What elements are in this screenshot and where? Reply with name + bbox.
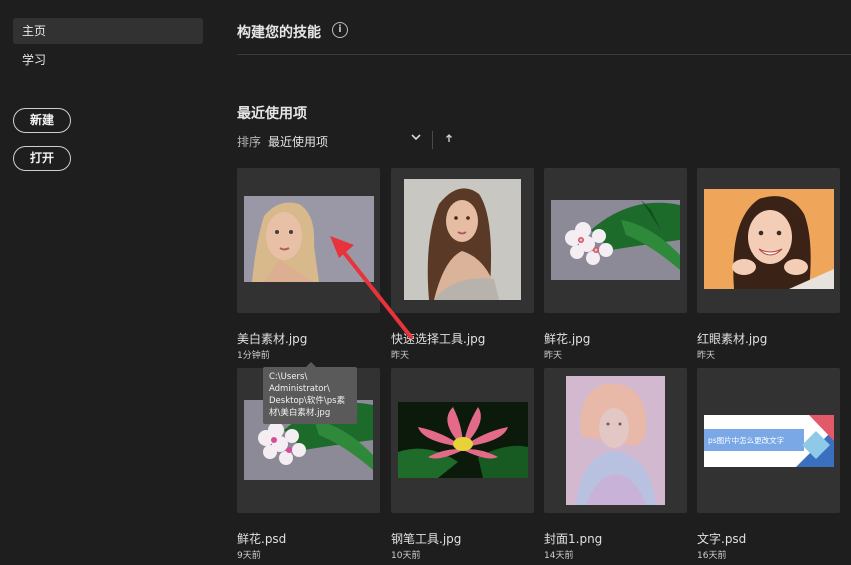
tooltip-line: C:\Users\: [269, 372, 308, 382]
file-name[interactable]: 文字.psd: [697, 530, 746, 547]
file-time: 昨天: [544, 351, 563, 361]
sidebar-item-home[interactable]: 主页: [13, 18, 203, 44]
file-card-4[interactable]: 红眼素材.jpg 昨天: [697, 168, 840, 361]
thumbnail-plumeria-flowers: [551, 200, 680, 280]
sort-label: 排序: [237, 135, 262, 149]
thumbnail-portrait-smiling: [704, 189, 834, 289]
file-card-8[interactable]: ps图片中怎么更改文字 文字.psd 16天前: [697, 368, 840, 561]
tooltip-line: Desktop\软件\ps素: [269, 396, 346, 406]
file-name[interactable]: 美白素材.jpg: [237, 330, 307, 347]
tooltip-line: 材\美白素材.jpg: [269, 408, 331, 418]
file-time: 昨天: [391, 351, 410, 361]
sidebar-item-learn[interactable]: 学习: [13, 47, 203, 73]
sidebar: 主页 学习 新建 打开: [0, 0, 215, 565]
file-card-1[interactable]: 美白素材.jpg 1分钟前: [237, 168, 380, 361]
thumbnail-portrait-pastel: [566, 376, 665, 505]
skills-title: 构建您的技能: [237, 25, 321, 41]
file-card-3[interactable]: 鲜花.jpg 昨天: [544, 168, 687, 361]
thumbnail-text-banner: ps图片中怎么更改文字: [704, 415, 834, 467]
file-name[interactable]: 鲜花.jpg: [544, 330, 590, 347]
recent-title: 最近使用项: [237, 106, 307, 122]
new-button[interactable]: 新建: [13, 108, 71, 133]
file-card-7[interactable]: 封面1.png 14天前: [544, 368, 687, 561]
info-icon[interactable]: i: [332, 22, 348, 38]
file-time: 14天前: [544, 551, 574, 561]
thumbnail-portrait-blonde: [244, 196, 374, 282]
tooltip-line: Administrator\: [269, 384, 330, 394]
file-time: 昨天: [697, 351, 716, 361]
file-name[interactable]: 封面1.png: [544, 530, 602, 547]
file-path-tooltip: C:\Users\ Administrator\ Desktop\软件\ps素 …: [263, 367, 357, 424]
sort-dropdown[interactable]: 最近使用项: [268, 133, 423, 150]
chevron-down-icon[interactable]: [410, 130, 422, 144]
file-time: 16天前: [697, 551, 727, 561]
sort-separator: [432, 131, 433, 149]
open-button[interactable]: 打开: [13, 146, 71, 171]
divider: [237, 54, 851, 55]
file-time: 1分钟前: [237, 351, 270, 361]
banner-text: ps图片中怎么更改文字: [708, 436, 785, 445]
file-time: 9天前: [237, 551, 261, 561]
file-card-2[interactable]: 快速选择工具.jpg 昨天: [391, 168, 534, 361]
file-name[interactable]: 快速选择工具.jpg: [391, 330, 485, 347]
file-time: 10天前: [391, 551, 421, 561]
thumbnail-lotus-flower: [398, 402, 528, 478]
file-name[interactable]: 钢笔工具.jpg: [391, 530, 461, 547]
file-name[interactable]: 红眼素材.jpg: [697, 330, 767, 347]
file-card-6[interactable]: 钢笔工具.jpg 10天前: [391, 368, 534, 561]
sort-ascending-icon[interactable]: [444, 131, 454, 145]
thumbnail-portrait-brunette: [404, 179, 521, 300]
file-name[interactable]: 鲜花.psd: [237, 530, 286, 547]
